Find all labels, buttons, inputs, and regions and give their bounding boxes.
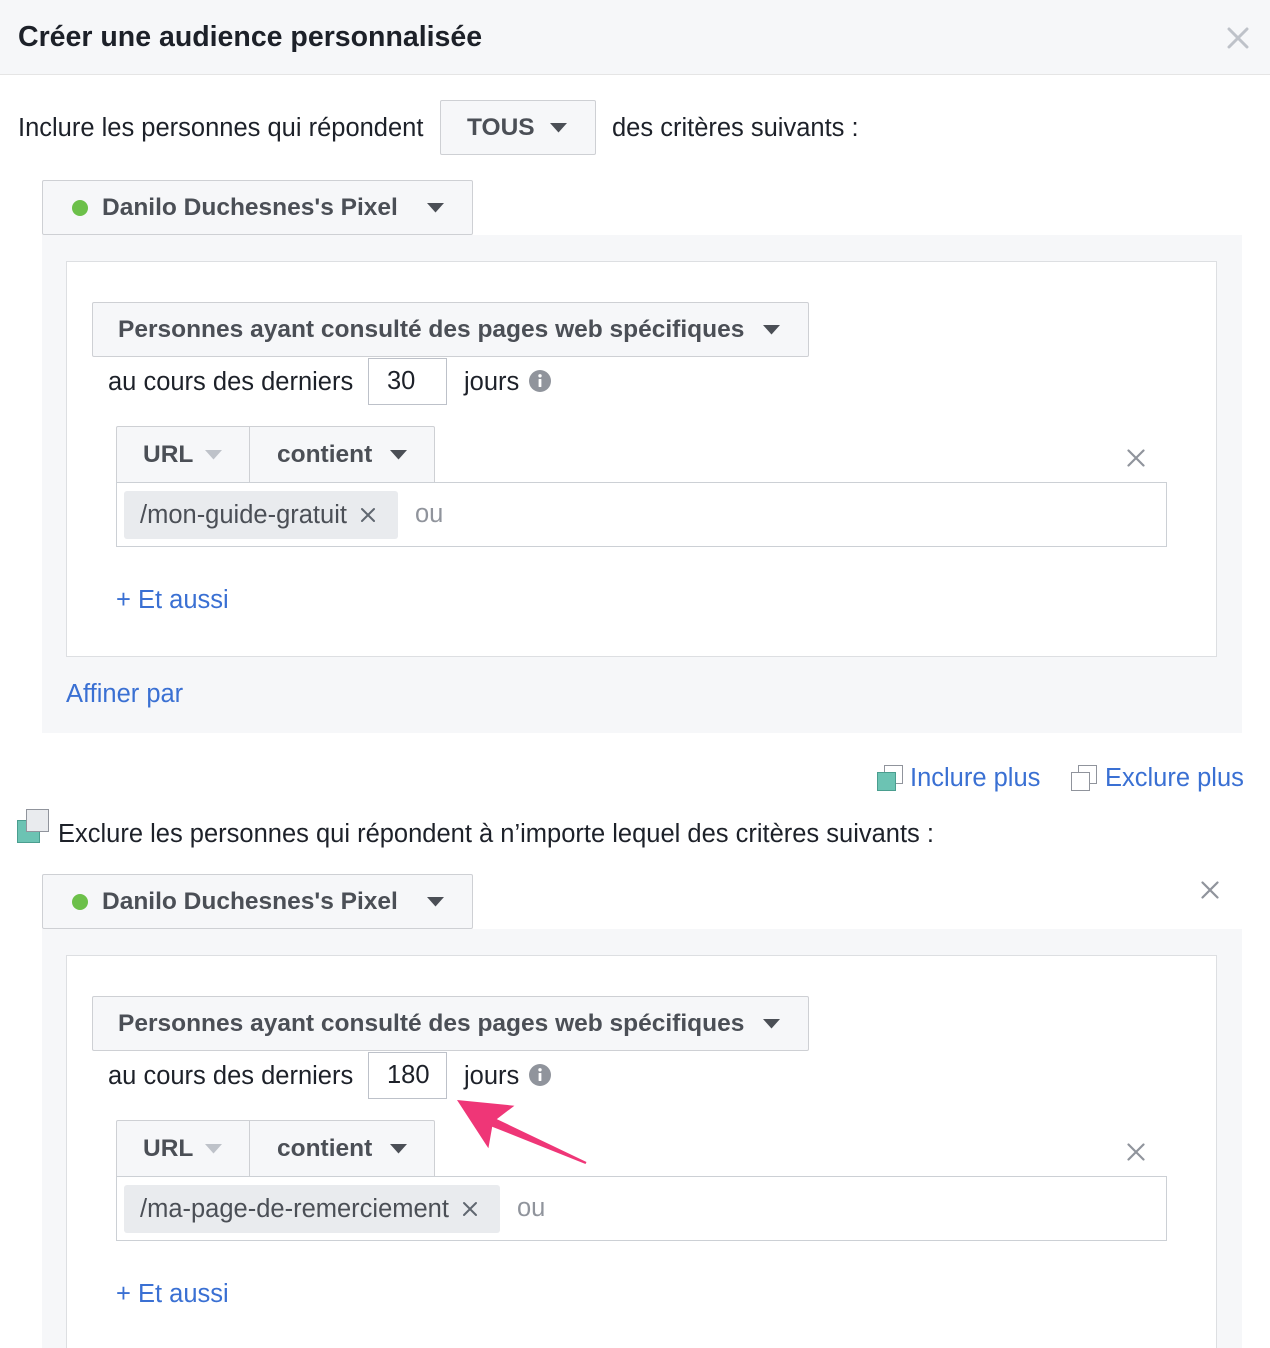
exclude-more-link[interactable]: Exclure plus bbox=[1105, 763, 1244, 793]
url-value-token-text: /mon-guide-gratuit bbox=[140, 500, 347, 529]
filter-field-label: URL bbox=[143, 1134, 194, 1162]
url-value-input[interactable] bbox=[516, 1184, 1166, 1233]
url-value-token: /ma-page-de-remerciement bbox=[124, 1184, 500, 1233]
pixel-source-label: Danilo Duchesnes's Pixel bbox=[102, 887, 398, 915]
retention-prefix: au cours des derniers bbox=[108, 1062, 354, 1090]
pixel-source-dropdown[interactable]: Danilo Duchesnes's Pixel bbox=[42, 180, 473, 235]
include-suffix: des critères suivants : bbox=[612, 114, 859, 142]
exclude-label: Exclure les personnes qui répondent à n’… bbox=[58, 820, 934, 848]
chevron-down-icon bbox=[205, 1143, 222, 1153]
filter-operator-label: contient bbox=[277, 440, 373, 468]
url-value-token: /mon-guide-gratuit bbox=[124, 490, 398, 539]
chevron-down-icon bbox=[390, 1143, 407, 1153]
filter-operator-label: contient bbox=[277, 1134, 373, 1162]
annotation-arrow bbox=[457, 1100, 587, 1164]
filter-field-label: URL bbox=[143, 440, 194, 468]
exclude-pixel-source-dropdown[interactable]: Danilo Duchesnes's Pixel bbox=[42, 874, 473, 929]
remove-exclusion-close-icon[interactable] bbox=[1201, 881, 1219, 899]
remove-condition-close-icon[interactable] bbox=[1127, 449, 1145, 467]
retention-days-input[interactable] bbox=[368, 358, 447, 405]
exclude-squares-icon bbox=[17, 809, 49, 843]
close-icon[interactable] bbox=[1227, 27, 1249, 49]
url-value-token-text: /ma-page-de-remerciement bbox=[140, 1194, 449, 1223]
remove-token-close-icon[interactable] bbox=[462, 1201, 478, 1217]
add-condition-link[interactable]: + Et aussi bbox=[116, 1279, 229, 1309]
chevron-down-icon bbox=[205, 449, 222, 459]
chevron-down-icon bbox=[763, 324, 780, 334]
filter-field-dropdown[interactable]: URL bbox=[116, 1120, 250, 1177]
retention-prefix: au cours des derniers bbox=[108, 368, 354, 396]
dialog-title: Créer une audience personnalisée bbox=[18, 21, 483, 53]
chevron-down-icon bbox=[550, 122, 567, 132]
match-dropdown[interactable]: TOUS bbox=[440, 100, 596, 155]
dialog-header: Créer une audience personnalisée bbox=[0, 0, 1270, 75]
exclude-squares-icon[interactable] bbox=[1071, 765, 1097, 791]
include-prefix: Inclure les personnes qui répondent bbox=[18, 114, 424, 142]
chevron-down-icon bbox=[427, 896, 444, 906]
include-squares-icon[interactable] bbox=[877, 765, 903, 791]
url-values-field[interactable]: /ma-page-de-remerciement bbox=[116, 1176, 1167, 1241]
retention-unit: jours bbox=[464, 368, 520, 396]
pixel-source-label: Danilo Duchesnes's Pixel bbox=[102, 193, 398, 221]
retention-unit: jours bbox=[464, 1062, 520, 1090]
pixel-status-dot bbox=[72, 893, 88, 910]
match-dropdown-label: TOUS bbox=[467, 113, 535, 141]
filter-field-dropdown[interactable]: URL bbox=[116, 426, 250, 483]
event-type-label: Personnes ayant consulté des pages web s… bbox=[118, 1009, 745, 1037]
event-type-dropdown[interactable]: Personnes ayant consulté des pages web s… bbox=[92, 302, 809, 357]
filter-operator-dropdown[interactable]: contient bbox=[249, 426, 435, 483]
add-condition-link[interactable]: + Et aussi bbox=[116, 585, 229, 615]
remove-condition-close-icon[interactable] bbox=[1127, 1143, 1145, 1161]
url-value-input[interactable] bbox=[414, 490, 1166, 539]
remove-token-close-icon[interactable] bbox=[360, 507, 376, 523]
info-icon[interactable] bbox=[529, 1064, 551, 1086]
chevron-down-icon bbox=[390, 449, 407, 459]
refine-link[interactable]: Affiner par bbox=[66, 679, 183, 709]
pixel-status-dot bbox=[72, 199, 88, 216]
chevron-down-icon bbox=[763, 1018, 780, 1028]
event-type-dropdown[interactable]: Personnes ayant consulté des pages web s… bbox=[92, 996, 809, 1051]
url-values-field[interactable]: /mon-guide-gratuit bbox=[116, 482, 1167, 547]
retention-days-input[interactable] bbox=[368, 1052, 447, 1099]
chevron-down-icon bbox=[427, 202, 444, 212]
event-type-label: Personnes ayant consulté des pages web s… bbox=[118, 315, 745, 343]
filter-operator-dropdown[interactable]: contient bbox=[249, 1120, 435, 1177]
info-icon[interactable] bbox=[529, 370, 551, 392]
include-more-link[interactable]: Inclure plus bbox=[910, 763, 1040, 793]
